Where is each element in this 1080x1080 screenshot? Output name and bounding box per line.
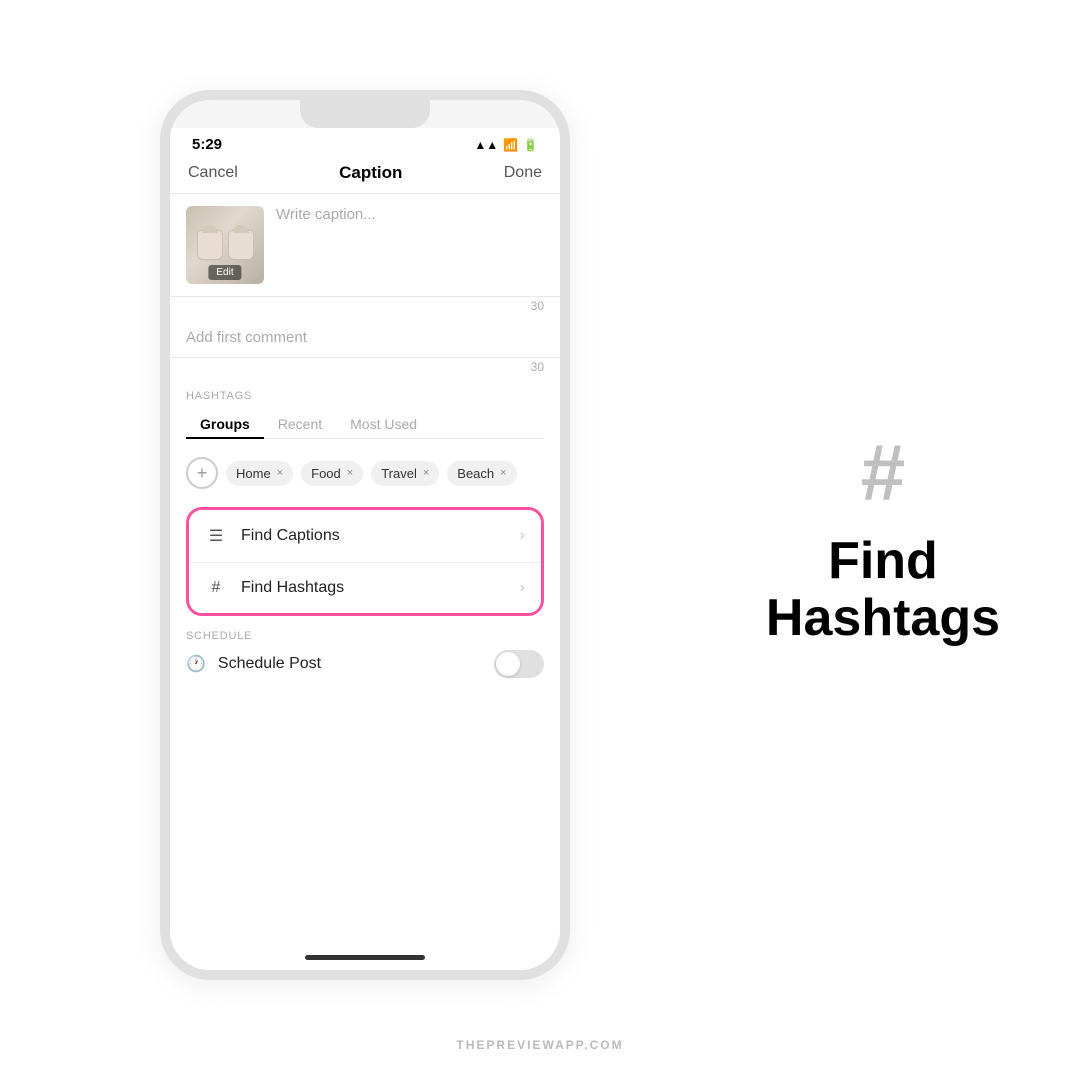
content-spacer <box>170 686 560 920</box>
tab-most-used[interactable]: Most Used <box>336 410 431 438</box>
phone-content: Edit Write caption... 30 Add first comme… <box>170 194 560 970</box>
caption-input[interactable]: Write caption... <box>276 206 544 284</box>
comment-placeholder: Add first comment <box>186 329 307 346</box>
lines-icon: ☰ <box>205 526 227 546</box>
page-container: 5:29 ▲▲ 📶 🔋 Cancel Caption Done <box>0 0 1080 1080</box>
hashtag-tabs: Groups Recent Most Used <box>186 410 544 439</box>
hashtags-label: HASHTAGS <box>186 390 544 402</box>
comment-char-count-row: 30 <box>170 358 560 380</box>
find-captions-label: Find Captions <box>241 527 340 545</box>
group-tag-home[interactable]: Home × <box>226 461 293 486</box>
find-options-highlight: ☰ Find Captions › # Find Hashtags › <box>186 507 544 616</box>
caption-area: Edit Write caption... <box>170 194 560 297</box>
schedule-toggle[interactable] <box>494 650 544 678</box>
group-tag-travel-close[interactable]: × <box>423 467 429 479</box>
phone-mockup: 5:29 ▲▲ 📶 🔋 Cancel Caption Done <box>160 90 570 980</box>
status-time: 5:29 <box>192 136 222 153</box>
char-count-row: 30 <box>170 297 560 319</box>
signal-icon: ▲▲ <box>474 138 498 152</box>
group-tag-travel[interactable]: Travel × <box>371 461 439 486</box>
schedule-section: SCHEDULE 🕐 Schedule Post <box>170 616 560 686</box>
schedule-label: SCHEDULE <box>186 630 544 642</box>
footer: THEPREVIEWAPP.COM <box>456 1038 623 1052</box>
comment-section[interactable]: Add first comment <box>170 319 560 358</box>
tab-groups[interactable]: Groups <box>186 410 264 438</box>
comment-char-count: 30 <box>531 360 544 374</box>
group-tag-home-label: Home <box>236 466 271 481</box>
find-hashtags-row[interactable]: # Find Hashtags › <box>189 563 541 613</box>
right-panel: # Find Hashtags <box>766 433 1000 647</box>
caption-placeholder: Write caption... <box>276 206 376 223</box>
clock-icon: 🕐 <box>186 654 206 674</box>
hash-icon: # <box>205 579 227 597</box>
edit-label[interactable]: Edit <box>208 265 241 280</box>
group-tag-travel-label: Travel <box>381 466 417 481</box>
find-options-wrapper: ☰ Find Captions › # Find Hashtags › <box>186 507 544 616</box>
group-tag-beach[interactable]: Beach × <box>447 461 516 486</box>
hashtags-section: HASHTAGS Groups Recent Most Used + Home … <box>170 380 560 503</box>
nav-title: Caption <box>339 163 402 183</box>
home-bar <box>305 955 425 960</box>
post-thumbnail[interactable]: Edit <box>186 206 264 284</box>
status-bar: 5:29 ▲▲ 📶 🔋 <box>170 128 560 157</box>
status-icons: ▲▲ 📶 🔋 <box>474 138 538 152</box>
find-hashtags-label: Find Hashtags <box>241 579 344 597</box>
schedule-post-label: Schedule Post <box>218 655 321 673</box>
find-hashtags-left: # Find Hashtags <box>205 579 344 597</box>
home-indicator <box>170 920 560 970</box>
hashtag-groups-row: + Home × Food × Travel × Beach <box>186 449 544 497</box>
heading-line2: Hashtags <box>766 590 1000 647</box>
phone-notch <box>300 100 430 128</box>
find-captions-chevron: › <box>520 527 525 545</box>
group-tag-food[interactable]: Food × <box>301 461 363 486</box>
hashtag-symbol-large: # <box>861 433 906 513</box>
tab-recent[interactable]: Recent <box>264 410 336 438</box>
nav-bar: Cancel Caption Done <box>170 157 560 194</box>
heading-line1: Find <box>766 533 1000 590</box>
group-tag-food-close[interactable]: × <box>347 467 353 479</box>
find-captions-left: ☰ Find Captions <box>205 526 340 546</box>
group-tag-home-close[interactable]: × <box>277 467 283 479</box>
wifi-icon: 📶 <box>503 138 518 152</box>
cancel-button[interactable]: Cancel <box>188 164 238 182</box>
jar-left <box>197 230 223 260</box>
schedule-row: 🕐 Schedule Post <box>186 650 544 678</box>
caption-char-count: 30 <box>531 299 544 313</box>
toggle-knob <box>496 652 520 676</box>
battery-icon: 🔋 <box>523 138 538 152</box>
done-button[interactable]: Done <box>504 164 542 182</box>
jar-right <box>228 230 254 260</box>
group-tag-beach-close[interactable]: × <box>500 467 506 479</box>
add-group-button[interactable]: + <box>186 457 218 489</box>
find-captions-row[interactable]: ☰ Find Captions › <box>189 510 541 563</box>
group-tag-food-label: Food <box>311 466 341 481</box>
find-hashtags-heading: Find Hashtags <box>766 533 1000 647</box>
group-tag-beach-label: Beach <box>457 466 494 481</box>
schedule-left: 🕐 Schedule Post <box>186 654 321 674</box>
find-hashtags-chevron: › <box>520 579 525 597</box>
